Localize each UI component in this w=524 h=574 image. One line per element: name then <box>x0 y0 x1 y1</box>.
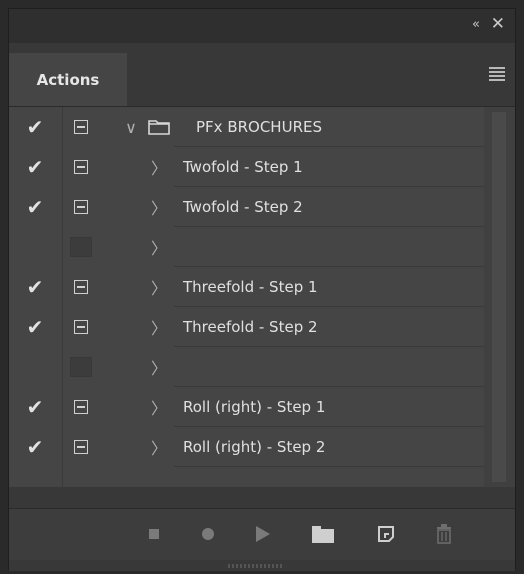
toggle-dialog-on-off[interactable] <box>62 267 100 307</box>
action-label: Threefold - Step 1 <box>183 278 318 296</box>
list-scrollbar[interactable] <box>484 107 515 487</box>
check-icon: ✔ <box>26 395 44 419</box>
panel-resize-grip[interactable] <box>228 564 284 568</box>
dialog-icon <box>74 200 88 214</box>
chevron-right-icon[interactable]: 〉 <box>149 427 169 467</box>
action-set-row[interactable]: ✔ ∨ PFx BROCHURES <box>9 107 484 147</box>
action-label: Roll (right) - Step 1 <box>183 398 326 416</box>
dialog-icon <box>74 400 88 414</box>
panel-title-bar: « ✕ <box>9 9 515 43</box>
actions-list: ✔ ∨ PFx BROCHURES ✔ 〉 Twofold - Step 1 ✔ 〉 Twofo… <box>9 107 484 487</box>
action-row[interactable]: 〉 <box>9 227 484 267</box>
dialog-icon <box>74 320 88 334</box>
toggle-item-checkbox[interactable]: ✔ <box>9 387 61 427</box>
toggle-item-checkbox[interactable]: ✔ <box>9 147 61 187</box>
tab-actions[interactable]: Actions <box>9 53 127 106</box>
toggle-item-checkbox[interactable]: ✔ <box>9 267 61 307</box>
chevron-right-icon[interactable]: 〉 <box>149 307 169 347</box>
close-panel-icon[interactable]: ✕ <box>491 14 505 34</box>
dialog-empty-icon <box>70 237 92 257</box>
dialog-icon <box>74 120 88 134</box>
action-row[interactable]: ✔ 〉 Threefold - Step 2 <box>9 307 484 347</box>
toggle-item-checkbox[interactable]: ✔ <box>9 427 61 467</box>
folder-icon <box>148 119 170 135</box>
action-row[interactable]: ✔ 〉 Threefold - Step 1 <box>9 267 484 307</box>
scrollbar-thumb[interactable] <box>492 112 506 482</box>
action-row[interactable]: ✔ 〉 Twofold - Step 2 <box>9 187 484 227</box>
record-icon[interactable] <box>198 523 218 545</box>
toggle-item-checkbox[interactable]: ✔ <box>9 107 61 147</box>
dialog-icon <box>74 280 88 294</box>
toggle-item-checkbox[interactable]: ✔ <box>9 187 61 227</box>
check-icon: ✔ <box>26 115 44 139</box>
row-divider <box>174 466 484 467</box>
toggle-dialog-on-off[interactable] <box>62 387 100 427</box>
chevron-right-icon[interactable]: 〉 <box>149 347 169 387</box>
collapse-panel-icon[interactable]: « <box>472 17 480 32</box>
toggle-dialog-on-off[interactable] <box>62 147 100 187</box>
check-icon: ✔ <box>26 275 44 299</box>
check-icon: ✔ <box>26 195 44 219</box>
check-icon: ✔ <box>26 315 44 339</box>
chevron-right-icon[interactable]: 〉 <box>149 267 169 307</box>
toggle-item-checkbox[interactable]: ✔ <box>9 307 61 347</box>
action-set-label: PFx BROCHURES <box>196 118 322 136</box>
action-label: Threefold - Step 2 <box>183 318 318 336</box>
check-icon: ✔ <box>26 155 44 179</box>
toggle-item-checkbox[interactable] <box>9 347 61 387</box>
chevron-right-icon[interactable]: 〉 <box>149 387 169 427</box>
toggle-dialog-on-off[interactable] <box>62 347 100 387</box>
action-label: Twofold - Step 1 <box>183 158 303 176</box>
actions-panel: « ✕ Actions ✔ ∨ PFx BROCHURES ✔ 〉 Twofold - S… <box>8 8 516 571</box>
toggle-dialog-on-off[interactable] <box>62 427 100 467</box>
play-icon[interactable] <box>253 523 273 545</box>
delete-trash-icon[interactable] <box>434 523 454 545</box>
action-label: Twofold - Step 2 <box>183 198 303 216</box>
action-row[interactable]: ✔ 〉 Roll (right) - Step 2 <box>9 427 484 467</box>
stop-icon[interactable] <box>146 523 162 545</box>
dialog-icon <box>74 160 88 174</box>
action-label: Roll (right) - Step 2 <box>183 438 326 456</box>
chevron-right-icon[interactable]: 〉 <box>149 187 169 227</box>
chevron-right-icon[interactable]: 〉 <box>149 227 169 267</box>
toggle-dialog-on-off[interactable] <box>62 187 100 227</box>
panel-tab-bar: Actions <box>9 43 515 107</box>
dialog-icon <box>74 440 88 454</box>
dialog-empty-icon <box>70 357 92 377</box>
action-row[interactable]: ✔ 〉 Twofold - Step 1 <box>9 147 484 187</box>
new-action-icon[interactable] <box>375 523 397 545</box>
check-icon: ✔ <box>26 435 44 459</box>
action-row[interactable]: ✔ 〉 Roll (right) - Step 1 <box>9 387 484 427</box>
toggle-dialog-on-off[interactable] <box>62 307 100 347</box>
toggle-dialog-on-off[interactable] <box>62 107 100 147</box>
chevron-right-icon[interactable]: 〉 <box>149 147 169 187</box>
actions-toolbar <box>9 508 515 560</box>
new-set-folder-icon[interactable] <box>311 523 335 545</box>
toggle-dialog-on-off[interactable] <box>62 227 100 267</box>
chevron-down-icon[interactable]: ∨ <box>121 107 141 147</box>
action-row[interactable]: 〉 <box>9 347 484 387</box>
toggle-item-checkbox[interactable] <box>9 227 61 267</box>
panel-menu-icon[interactable] <box>489 67 505 81</box>
